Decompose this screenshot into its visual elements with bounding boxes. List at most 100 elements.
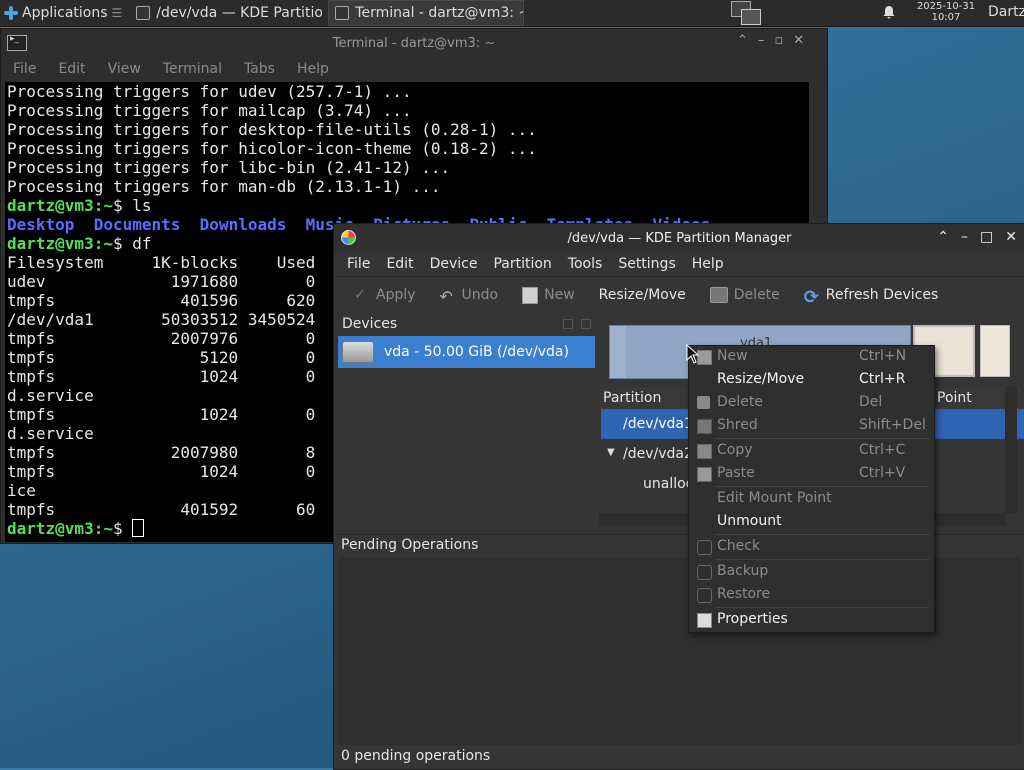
menu-item-label: Edit Mount Point (717, 490, 832, 506)
clock-date: 2025-10-31 (916, 1, 976, 12)
menu-item-paste[interactable]: Paste Ctrl+V (689, 463, 934, 485)
partition-manager-icon (136, 6, 151, 20)
menu-item-copy[interactable]: Copy Ctrl+C (689, 440, 934, 462)
menu-file[interactable]: File (13, 61, 36, 77)
new-document-icon (522, 286, 539, 304)
menu-item-check[interactable]: Check (689, 536, 934, 558)
taskbar-item-partition-manager[interactable]: /dev/vda — KDE Partitio... (130, 1, 322, 25)
apply-label: Apply (376, 287, 416, 303)
new-button[interactable]: New (514, 281, 583, 309)
clock-time: 10:07 (931, 12, 961, 23)
menu-settings[interactable]: Settings (618, 256, 675, 272)
clock[interactable]: 2025-10-31 10:07 (906, 1, 986, 23)
output-line: Processing triggers for hicolor-icon-the… (7, 139, 537, 158)
properties-icon (697, 613, 712, 628)
maximize-button[interactable]: ▫ (774, 33, 783, 48)
device-item-vda[interactable]: vda - 50.00 GiB (/dev/vda) (338, 336, 595, 368)
pm-titlebar[interactable]: /dev/vda — KDE Partition Manager ⌃ – □ ✕ (334, 224, 1024, 252)
taskbar-item-terminal[interactable]: Terminal - dartz@vm3: ~ (328, 0, 525, 26)
menu-device[interactable]: Device (430, 256, 478, 272)
close-pane-icon[interactable] (581, 319, 591, 329)
menu-item-delete[interactable]: Delete Del (689, 392, 934, 414)
menu-help[interactable]: Help (297, 61, 329, 77)
output-line: Processing triggers for libc-bin (2.41-1… (7, 158, 451, 177)
apply-button[interactable]: ✓ Apply (346, 281, 424, 309)
menu-item-backup[interactable]: Backup (689, 561, 934, 583)
menu-view[interactable]: View (108, 61, 141, 77)
menu-edit[interactable]: Edit (58, 61, 85, 77)
taskbar-item-label: Terminal - dartz@vm3: ~ (355, 5, 525, 21)
workspace-switcher-icon[interactable] (731, 1, 763, 25)
undo-label: Undo (461, 287, 499, 303)
delete-label: Delete (733, 287, 780, 303)
terminal-icon (7, 34, 27, 51)
refresh-label: Refresh Devices (825, 287, 939, 303)
menu-edit[interactable]: Edit (386, 256, 413, 272)
menu-item-label: Check (717, 538, 761, 554)
device-label: vda - 50.00 GiB (/dev/vda) (384, 344, 569, 360)
notification-bell-icon[interactable] (882, 5, 896, 19)
menu-item-resize-move[interactable]: Resize/Move Ctrl+R (689, 369, 934, 391)
pm-toolbar: ✓ Apply ↶ Undo New Resize/Move Delete ⟳ … (334, 276, 1024, 313)
partition-name: /dev/vda2 (623, 446, 693, 462)
terminal-icon (335, 6, 350, 20)
menu-grip-icon: ☰ (111, 6, 123, 20)
menu-separator (715, 486, 929, 487)
close-button[interactable]: ✕ (793, 33, 804, 48)
maximize-button[interactable]: □ (980, 229, 993, 245)
menu-terminal[interactable]: Terminal (163, 61, 222, 77)
minimize-button[interactable]: – (758, 33, 765, 48)
status-bar-text: 0 pending operations (341, 748, 491, 764)
resize-move-label: Resize/Move (598, 287, 686, 303)
menu-separator (715, 607, 929, 608)
menu-item-label: Resize/Move (717, 371, 805, 387)
menu-item-new[interactable]: New Ctrl+N (689, 346, 934, 368)
undo-button[interactable]: ↶ Undo (432, 281, 507, 309)
applications-label: Applications (22, 5, 108, 21)
shade-button[interactable]: ⌃ (737, 33, 748, 48)
menu-partition[interactable]: Partition (493, 256, 551, 272)
menu-item-restore[interactable]: Restore (689, 584, 934, 606)
refresh-devices-button[interactable]: ⟳ Refresh Devices (796, 281, 947, 309)
user-menu[interactable]: Dartz (988, 4, 1024, 20)
delete-button[interactable]: Delete (702, 281, 788, 309)
float-pane-icon[interactable] (563, 319, 573, 329)
minimize-button[interactable]: – (961, 229, 968, 245)
close-button[interactable]: ✕ (1005, 229, 1017, 245)
resize-move-button[interactable]: Resize/Move (591, 281, 694, 309)
terminal-menubar: File Edit View Terminal Tabs Help (1, 57, 827, 81)
menu-tools[interactable]: Tools (568, 256, 603, 272)
pm-menubar: File Edit Device Partition Tools Setting… (334, 252, 1024, 276)
menu-item-properties[interactable]: Properties (689, 609, 934, 631)
harddisk-icon (342, 341, 374, 363)
terminal-title: Terminal - dartz@vm3: ~ (332, 35, 496, 51)
menu-item-label: Delete (717, 394, 763, 410)
expand-arrow-icon[interactable]: ▼ (607, 447, 615, 458)
menu-item-label: Backup (717, 563, 769, 579)
column-header-mount-point[interactable]: Point (937, 390, 972, 406)
partition-segment-unallocated[interactable] (980, 325, 1010, 377)
partition-manager-icon (341, 230, 356, 245)
xfce-logo-icon (4, 6, 18, 20)
menu-file[interactable]: File (347, 256, 370, 272)
menu-tabs[interactable]: Tabs (244, 61, 275, 77)
menu-help[interactable]: Help (692, 256, 724, 272)
command-text: ls (122, 196, 152, 215)
shade-button[interactable]: ⌃ (937, 229, 949, 245)
menu-item-shred[interactable]: Shred Shift+Del (689, 415, 934, 437)
devices-header: Devices (338, 314, 595, 334)
column-header-partition[interactable]: Partition (603, 390, 661, 406)
menu-item-edit-mount-point[interactable]: Edit Mount Point (689, 488, 934, 510)
terminal-titlebar[interactable]: Terminal - dartz@vm3: ~ ⌃ – ▫ ✕ (1, 29, 827, 57)
delete-icon (697, 396, 710, 409)
restore-icon (697, 588, 712, 603)
menu-item-shortcut: Del (859, 394, 883, 410)
output-line: Processing triggers for udev (257.7-1) .… (7, 82, 412, 101)
devices-pane: Devices vda - 50.00 GiB (/dev/vda) (338, 314, 595, 519)
menu-item-shortcut: Ctrl+V (859, 465, 906, 481)
prompt-user: dartz@vm3 (7, 196, 94, 215)
applications-menu-button[interactable]: Applications ☰ (0, 0, 126, 26)
menu-item-unmount[interactable]: Unmount (689, 511, 934, 533)
menu-item-label: Restore (717, 586, 771, 602)
table-vertical-scrollbar[interactable] (1005, 387, 1017, 513)
